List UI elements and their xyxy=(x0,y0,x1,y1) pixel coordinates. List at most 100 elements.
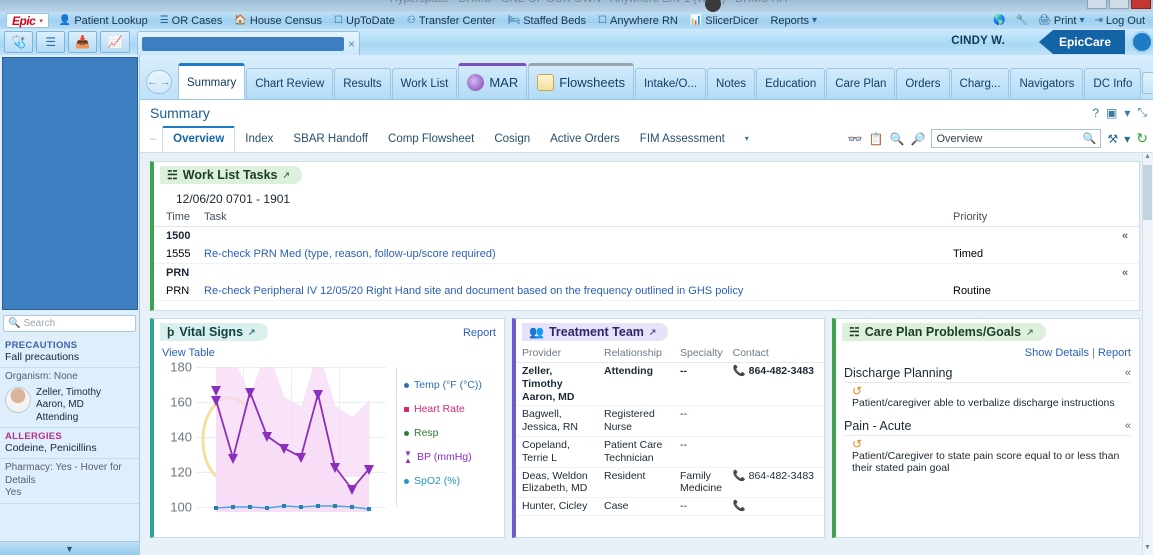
subtab-sbar-handoff[interactable]: SBAR Handoff xyxy=(283,126,378,152)
subtab-cosign[interactable]: Cosign xyxy=(484,126,540,152)
vitals-report-link[interactable]: Report xyxy=(463,327,496,339)
tab-notes[interactable]: Notes xyxy=(707,68,756,99)
table-row[interactable]: 1500 « xyxy=(154,227,1139,246)
subtab-active-orders[interactable]: Active Orders xyxy=(540,126,630,152)
open-activity-icon[interactable]: ↗ xyxy=(649,327,657,338)
sidebar-section-allergies[interactable]: ALLERGIES Codeine, Penicillins xyxy=(0,428,139,460)
legend-item-spo2[interactable]: SpO2 (%) xyxy=(404,469,500,493)
binoculars-icon[interactable]: 👓 xyxy=(848,132,863,146)
legend-item-resp[interactable]: Resp xyxy=(404,421,500,445)
vital-signs-header[interactable]: ϸ Vital Signs ↗ xyxy=(160,323,268,341)
scroll-down-button[interactable]: ▼ xyxy=(1143,544,1152,555)
open-activity-icon[interactable]: ↗ xyxy=(282,170,290,181)
cell-task[interactable]: Re-check Peripheral IV 12/05/20 Right Ha… xyxy=(204,282,953,301)
care-plan-section-discharge-planning[interactable]: Discharge Planning « xyxy=(844,363,1131,383)
chevron-down-icon[interactable]: ▾ xyxy=(1124,106,1130,120)
legend-item-temp[interactable]: Temp (°F (°C)) xyxy=(404,373,500,397)
tab-care-plan[interactable]: Care Plan xyxy=(826,68,896,99)
layout-icon[interactable]: ▣ xyxy=(1106,106,1117,120)
zoom-in-icon[interactable]: 🔎 xyxy=(911,132,926,146)
collapse-icon[interactable]: – xyxy=(144,133,162,145)
print-button[interactable]: 🖨 Print ▾ xyxy=(1034,12,1088,29)
table-row[interactable]: Deas, Weldon Elizabeth, MD Resident Fami… xyxy=(516,467,824,499)
menu-item-patient-lookup[interactable]: 👤 Patient Lookup xyxy=(53,12,154,29)
menu-item-anywhere-rn[interactable]: ☐ Anywhere RN xyxy=(592,12,684,29)
work-list-tasks-header[interactable]: ☵ Work List Tasks ↗ xyxy=(160,166,303,184)
menu-item-transfer-center[interactable]: ⚇ Transfer Center xyxy=(401,12,502,29)
menu-item-uptodate[interactable]: ☐ UpToDate xyxy=(328,12,401,29)
refresh-icon[interactable]: ↻ xyxy=(1136,130,1148,147)
table-row[interactable]: PRN « xyxy=(154,264,1139,283)
care-plan-header[interactable]: ☵ Care Plan Problems/Goals ↗ xyxy=(842,323,1046,341)
tab-flowsheets[interactable]: Flowsheets xyxy=(528,63,634,99)
maximize-button[interactable] xyxy=(1109,0,1129,9)
subtab-index[interactable]: Index xyxy=(235,126,283,152)
collapse-chevron-icon[interactable]: « xyxy=(1125,420,1131,432)
tab-charges[interactable]: Charg... xyxy=(950,68,1010,99)
tab-chart-review[interactable]: Chart Review xyxy=(246,68,334,99)
stethoscope-icon[interactable]: 🩺 xyxy=(4,31,34,53)
legend-item-heart-rate[interactable]: Heart Rate xyxy=(404,397,500,421)
treatment-team-header[interactable]: 👥 Treatment Team ↗ xyxy=(522,323,669,341)
close-button[interactable] xyxy=(1131,0,1151,9)
tab-education[interactable]: Education xyxy=(756,68,826,99)
open-activity-icon[interactable]: ↗ xyxy=(248,327,256,338)
table-row[interactable]: Hunter, Cicley Case -- 📞 xyxy=(516,497,824,516)
chevron-down-icon[interactable]: ▾ xyxy=(1124,132,1130,146)
wrench-icon[interactable]: ⚒ xyxy=(1107,132,1118,146)
more-tabs-button[interactable]: ▾ xyxy=(1142,72,1153,94)
copy-icon[interactable]: 📋 xyxy=(869,132,884,146)
vital-signs-chart[interactable]: 180 160 140 120 100 Temp (°F (°C)) Heart… xyxy=(160,348,500,537)
table-row[interactable]: Zeller, Timothy Aaron, MD Attending -- 📞… xyxy=(516,362,824,407)
care-plan-report-link[interactable]: Report xyxy=(1098,347,1131,359)
cell-task[interactable]: Re-check PRN Med (type, reason, follow-u… xyxy=(204,245,953,264)
wrench-button[interactable]: 🔧 xyxy=(1012,12,1032,29)
epic-logo-button[interactable]: Epic ▾ xyxy=(6,13,49,28)
zoom-out-icon[interactable]: 🔍 xyxy=(890,132,905,146)
sidebar-section-organism[interactable]: Organism: None Zeller, Timothy Aaron, MD… xyxy=(0,368,139,429)
chart-icon[interactable]: 📈 xyxy=(100,31,130,53)
globe-button[interactable]: 🌎 xyxy=(989,12,1009,29)
close-icon[interactable]: × xyxy=(348,37,355,51)
expand-icon[interactable]: ⤡ xyxy=(1137,105,1147,120)
tab-results[interactable]: Results xyxy=(334,68,391,99)
forward-arrow-icon[interactable]: → xyxy=(160,76,171,88)
patient-list-icon[interactable]: ☰ xyxy=(36,31,66,53)
back-arrow-icon[interactable]: ← xyxy=(147,76,158,88)
care-plan-goal[interactable]: ↺ Patient/Caregiver to state pain score … xyxy=(852,438,1131,475)
menu-item-reports[interactable]: Reports ▾ xyxy=(764,12,823,29)
sidebar-search-input[interactable]: 🔍 Search xyxy=(3,315,136,332)
show-details-link[interactable]: Show Details xyxy=(1025,347,1089,359)
scrollbar-thumb[interactable] xyxy=(1143,165,1152,220)
content-scrollbar[interactable]: ▲ ▼ xyxy=(1142,153,1153,555)
help-icon[interactable]: ? xyxy=(1092,106,1099,120)
table-row[interactable]: 1555 Re-check PRN Med (type, reason, fol… xyxy=(154,245,1139,264)
inbasket-icon[interactable]: 📥 xyxy=(68,31,98,53)
sidebar-expand-button[interactable]: ▼ xyxy=(0,541,139,555)
sidebar-provider[interactable]: Zeller, Timothy Aaron, MD Attending xyxy=(5,386,134,425)
tab-navigators[interactable]: Navigators xyxy=(1010,68,1084,99)
minimize-button[interactable] xyxy=(1087,0,1107,9)
sidebar-section-precautions[interactable]: PRECAUTIONS Fall precautions xyxy=(0,337,139,369)
epiccare-app-tab[interactable]: EpicCare xyxy=(1038,30,1125,54)
subtab-comp-flowsheet[interactable]: Comp Flowsheet xyxy=(378,126,484,152)
care-plan-goal[interactable]: ↺ Patient/caregiver able to verbalize di… xyxy=(852,385,1131,410)
collapse-chevron-icon[interactable]: « xyxy=(1122,230,1128,242)
view-table-link[interactable]: View Table xyxy=(162,347,504,359)
subtab-fim-assessment[interactable]: FIM Assessment xyxy=(630,126,735,152)
logout-button[interactable]: ⇥ Log Out xyxy=(1090,12,1149,29)
tab-orders[interactable]: Orders xyxy=(896,68,950,99)
care-plan-section-pain-acute[interactable]: Pain - Acute « xyxy=(844,416,1131,436)
menu-item-or-cases[interactable]: ☰ OR Cases xyxy=(154,12,229,29)
tab-dc-info[interactable]: DC Info xyxy=(1084,68,1142,99)
table-row[interactable]: Bagwell, Jessica, RN Registered Nurse -- xyxy=(516,405,824,437)
menu-item-house-census[interactable]: 🏠 House Census xyxy=(228,12,328,29)
window-controls[interactable] xyxy=(1087,0,1151,9)
tab-mar[interactable]: MAR xyxy=(458,63,528,99)
collapse-chevron-icon[interactable]: « xyxy=(1125,367,1131,379)
legend-item-bp[interactable]: ▼ ▲ BP (mmHg) xyxy=(404,445,500,469)
table-row[interactable]: Copeland, Terrie L Patient Care Technici… xyxy=(516,436,824,468)
scroll-up-button[interactable]: ▲ xyxy=(1143,153,1152,164)
menu-item-slicerdicer[interactable]: 📊 SlicerDicer xyxy=(684,12,765,29)
navigation-arrows[interactable]: ← → xyxy=(146,70,172,94)
